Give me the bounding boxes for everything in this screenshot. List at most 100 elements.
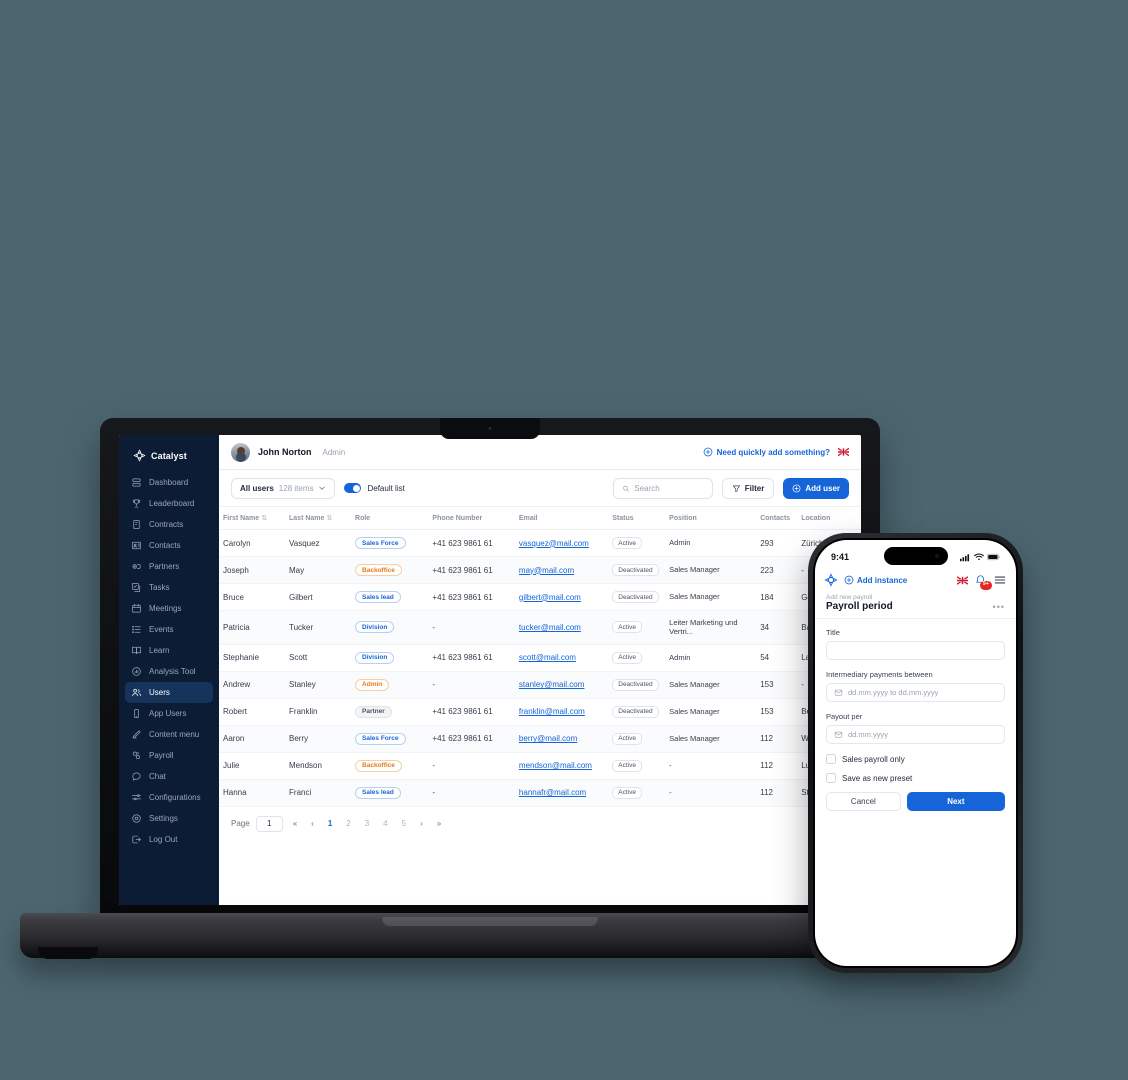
- sidebar-item-settings[interactable]: Settings: [125, 808, 213, 829]
- sidebar: Catalyst Dashboard Leaderboard Contracts Co…: [119, 435, 219, 905]
- checkbox-icon[interactable]: [826, 754, 836, 764]
- toggle-switch[interactable]: [344, 483, 362, 493]
- column-header-location: Location: [797, 507, 861, 530]
- cell-email: berry@mail.com: [514, 725, 609, 753]
- cell-position: Sales Manager: [665, 671, 757, 699]
- sidebar-item-label: Analysis Tool: [149, 667, 196, 676]
- sidebar-item-users[interactable]: Users: [125, 682, 213, 703]
- table-row[interactable]: Julie Mendson Backoffice - mendson@mail.com A…: [219, 752, 861, 780]
- add-user-button[interactable]: Add user: [783, 477, 849, 499]
- cell-role: Division: [351, 644, 429, 672]
- battery-icon: [987, 553, 1000, 561]
- search-box[interactable]: [612, 477, 713, 499]
- form-field: Title: [826, 628, 1005, 660]
- first-page-icon[interactable]: «: [289, 819, 301, 828]
- sort-icon[interactable]: ⇅: [326, 515, 332, 522]
- user-role: Admin: [322, 447, 346, 457]
- field-input-payout-per[interactable]: dd.mm.yyyy: [826, 725, 1005, 744]
- sidebar-item-log-out[interactable]: Log Out: [125, 829, 213, 850]
- cell-first-name: Bruce: [219, 583, 286, 611]
- sidebar-item-tasks[interactable]: Tasks: [125, 577, 213, 598]
- quick-add-button[interactable]: Need quickly add something?: [703, 447, 830, 457]
- tasks-icon: [132, 583, 141, 592]
- next-button[interactable]: Next: [906, 792, 1005, 811]
- hamburger-menu-icon[interactable]: [993, 573, 1007, 587]
- table-row[interactable]: Robert Franklin Partner +41 623 9861 61 fran…: [219, 698, 861, 726]
- user-list-select[interactable]: All users 128 items: [231, 477, 336, 499]
- calendar-icon: [834, 689, 843, 696]
- sidebar-item-dashboard[interactable]: Dashboard: [125, 472, 213, 493]
- sidebar-item-app-users[interactable]: App Users: [125, 703, 213, 724]
- cell-first-name: Joseph: [219, 556, 286, 584]
- checkbox-icon[interactable]: [826, 773, 836, 783]
- sidebar-item-learn[interactable]: Learn: [125, 640, 213, 661]
- table-row[interactable]: Aaron Berry Sales Force +41 623 9861 61 berr…: [219, 725, 861, 753]
- cell-phone: -: [428, 779, 515, 807]
- sidebar-item-payroll[interactable]: Payroll: [125, 745, 213, 766]
- next-page-icon[interactable]: ›: [416, 819, 427, 828]
- cell-contacts: 223: [756, 556, 798, 584]
- sidebar-item-partners[interactable]: Partners: [125, 556, 213, 577]
- sidebar-item-meetings[interactable]: Meetings: [125, 598, 213, 619]
- last-page-icon[interactable]: »: [433, 819, 445, 828]
- page-4[interactable]: 4: [379, 819, 391, 828]
- sidebar-item-content-menu[interactable]: Content menu: [125, 724, 213, 745]
- list-icon: [132, 625, 141, 634]
- email-link[interactable]: gilbert@mail.com: [519, 593, 581, 602]
- email-link[interactable]: berry@mail.com: [519, 734, 577, 743]
- table-body: Carolyn Vasquez Sales Force +41 623 9861 61…: [219, 529, 861, 807]
- table-row[interactable]: Joseph May Backoffice +41 623 9861 61 may@ma…: [219, 556, 861, 584]
- more-dots-icon[interactable]: •••: [993, 602, 1005, 612]
- checkbox-row[interactable]: Save as new preset: [826, 773, 1005, 783]
- page-5[interactable]: 5: [398, 819, 410, 828]
- checkbox-row[interactable]: Sales payroll only: [826, 754, 1005, 764]
- avatar[interactable]: [231, 442, 250, 462]
- sidebar-item-contacts[interactable]: Contacts: [125, 535, 213, 556]
- sidebar-item-leaderboard[interactable]: Leaderboard: [125, 493, 213, 514]
- cell-contacts: 34: [756, 610, 798, 645]
- sidebar-item-label: Leaderboard: [149, 499, 195, 508]
- add-instance-button[interactable]: Add instance: [844, 575, 907, 585]
- column-header-last-name[interactable]: Last Name ⇅: [285, 507, 352, 530]
- catalyst-logo-icon[interactable]: [824, 573, 838, 587]
- sidebar-item-events[interactable]: Events: [125, 619, 213, 640]
- table-row[interactable]: Carolyn Vasquez Sales Force +41 623 9861 61…: [219, 529, 861, 557]
- sidebar-item-contracts[interactable]: Contracts: [125, 514, 213, 535]
- email-link[interactable]: scott@mail.com: [519, 653, 576, 662]
- email-link[interactable]: may@mail.com: [519, 566, 574, 575]
- table-row[interactable]: Patricia Tucker Division - tucker@mail.com Ac…: [219, 610, 861, 645]
- sort-icon[interactable]: ⇅: [261, 515, 267, 522]
- field-input-title[interactable]: [826, 641, 1005, 660]
- table-row[interactable]: Bruce Gilbert Sales lead +41 623 9861 61 gil…: [219, 583, 861, 611]
- sidebar-item-analysis-tool[interactable]: Analysis Tool: [125, 661, 213, 682]
- search-input[interactable]: [634, 483, 704, 493]
- cell-role: Backoffice: [351, 752, 429, 780]
- uk-flag-icon[interactable]: [957, 575, 968, 585]
- table-row[interactable]: Stephanie Scott Division +41 623 9861 61 sco…: [219, 644, 861, 672]
- sidebar-item-chat[interactable]: Chat: [125, 766, 213, 787]
- sidebar-item-label: Payroll: [149, 751, 174, 760]
- page-3[interactable]: 3: [361, 819, 373, 828]
- table-row[interactable]: Hanna Franci Sales lead - hannafr@mail.com Ac…: [219, 779, 861, 807]
- field-input-intermediary-payments-between[interactable]: dd.mm.yyyy to dd.mm.yyyy: [826, 683, 1005, 702]
- page-1[interactable]: 1: [324, 819, 336, 828]
- prev-page-icon[interactable]: ‹: [307, 819, 318, 828]
- email-link[interactable]: franklin@mail.com: [519, 707, 585, 716]
- page-2[interactable]: 2: [342, 819, 354, 828]
- email-link[interactable]: mendson@mail.com: [519, 761, 592, 770]
- notifications-button[interactable]: 9+: [974, 574, 992, 590]
- email-link[interactable]: hannafr@mail.com: [519, 788, 586, 797]
- email-link[interactable]: vasquez@mail.com: [519, 539, 589, 548]
- sidebar-item-configurations[interactable]: Configurations: [125, 787, 213, 808]
- filter-button[interactable]: Filter: [721, 477, 775, 499]
- column-header-first-name[interactable]: First Name ⇅: [219, 507, 286, 530]
- cell-contacts: 153: [756, 671, 798, 699]
- page-input[interactable]: [255, 815, 283, 832]
- uk-flag-icon[interactable]: [838, 448, 849, 456]
- email-link[interactable]: tucker@mail.com: [519, 623, 581, 632]
- default-list-toggle[interactable]: Default list: [344, 483, 405, 493]
- table-row[interactable]: Andrew Stanley Admin - stanley@mail.com Deact…: [219, 671, 861, 699]
- gear-icon: [132, 814, 141, 823]
- cancel-button[interactable]: Cancel: [826, 792, 901, 811]
- email-link[interactable]: stanley@mail.com: [519, 680, 584, 689]
